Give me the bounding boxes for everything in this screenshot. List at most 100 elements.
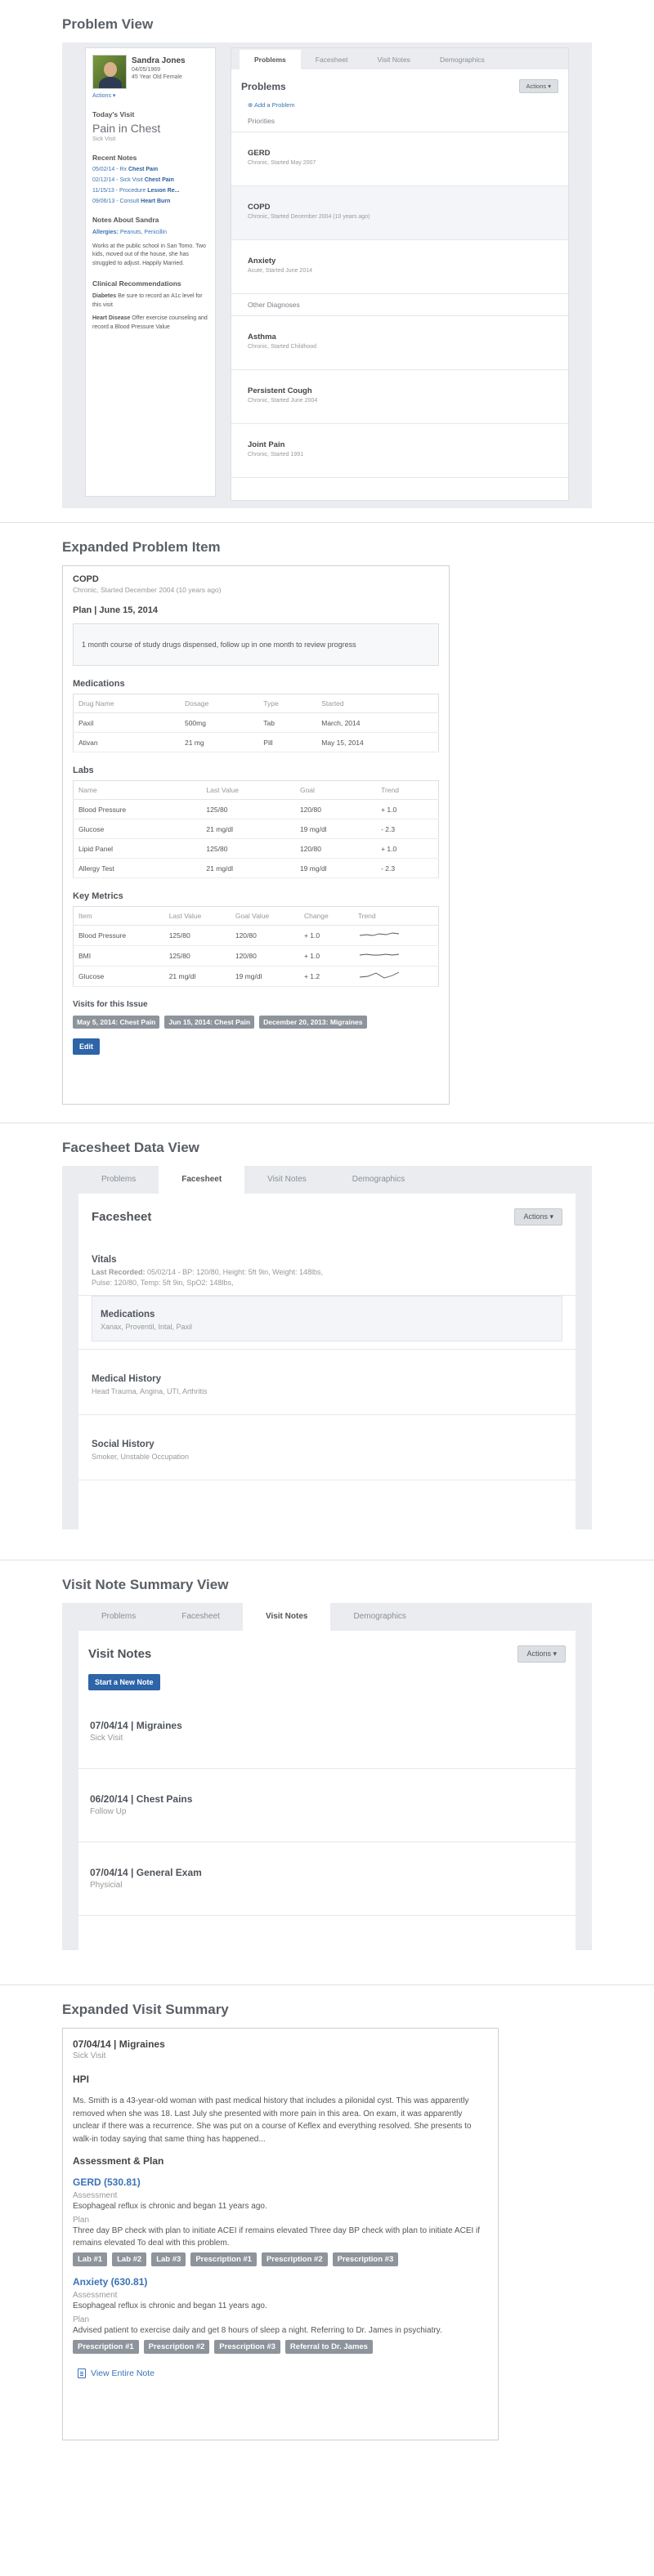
visit-tag[interactable]: Jun 15, 2014: Chest Pain	[164, 1016, 255, 1029]
actions-button[interactable]: Actions ▾	[517, 1645, 566, 1663]
vitals-line2: Pulse: 120/80, Temp: 5ft 9in, SpO2: 148l…	[92, 1278, 234, 1287]
clinical-item[interactable]: Diabetes Be sure to record an A1c level …	[92, 292, 208, 310]
clinical-label: Heart Disease	[92, 315, 131, 321]
problem-item[interactable]: COPD Chronic, Started December 2004 (10 y…	[231, 186, 568, 240]
vitals-row[interactable]: Vitals Last Recorded: 05/02/14 - BP: 120…	[78, 1230, 576, 1296]
trend-sparkline	[352, 945, 439, 967]
order-tag[interactable]: Prescription #2	[261, 2252, 328, 2266]
clinical-item[interactable]: Heart Disease Offer exercise counseling …	[92, 315, 208, 332]
problem-item[interactable]: Joint Pain Chronic, Started 1991	[231, 424, 568, 478]
actions-button[interactable]: Actions ▾	[514, 1208, 562, 1225]
tab-visit-notes[interactable]: Visit Notes	[244, 1166, 329, 1194]
view-entire-note-label: View Entire Note	[91, 2368, 155, 2378]
table-cell: 19 mg/dl	[294, 858, 377, 878]
view-entire-note-link[interactable]: View Entire Note	[78, 2368, 488, 2378]
visit-tag[interactable]: May 5, 2014: Chest Pain	[73, 1016, 160, 1029]
tab-visit-notes[interactable]: Visit Notes	[242, 1603, 331, 1631]
start-new-note-button[interactable]: Start a New Note	[88, 1674, 160, 1690]
visit-note-item[interactable]: 07/04/14 | General Exam Physicial	[78, 1842, 576, 1916]
order-tag[interactable]: Prescription #3	[332, 2252, 399, 2266]
diagnosis-name[interactable]: GERD (530.81)	[73, 2176, 488, 2188]
tab-facesheet[interactable]: Facesheet	[301, 50, 363, 69]
table-row: Lipid Panel 125/80 120/80 + 1.0	[73, 838, 439, 859]
notes-about-text: Works at the public school in San Tomo. …	[92, 243, 206, 266]
diagnosis-name[interactable]: Anxiety (630.81)	[73, 2276, 488, 2288]
table-cell: + 1.2	[298, 966, 353, 987]
table-cell: Allergy Test	[73, 858, 202, 878]
table-cell: 125/80	[201, 838, 295, 859]
recent-note-item[interactable]: 05/02/14 - Rx Chest Pain	[92, 167, 208, 172]
tab-problems[interactable]: Problems	[240, 50, 301, 69]
problem-item[interactable]: GERD Chronic, Started May 2007	[231, 132, 568, 186]
visit-note-item[interactable]: 06/20/14 | Chest Pains Follow Up	[78, 1769, 576, 1842]
add-problem-label: Add a Problem	[253, 101, 295, 109]
diagnosis-block: Anxiety (630.81) Assessment Esophageal ref…	[73, 2276, 488, 2354]
problem-item[interactable]: Anxiety Acute, Started June 2014	[231, 240, 568, 294]
table-row: Allergy Test 21 mg/dl 19 mg/dl - 2.3	[73, 858, 439, 878]
problem-name: COPD	[248, 203, 271, 212]
table-cell: 21 mg/dl	[201, 858, 295, 878]
problem-name: GERD	[248, 149, 271, 158]
expanded-visit-section: Expanded Visit Summary 07/04/14 | Migrai…	[0, 1985, 654, 2445]
tab-problems[interactable]: Problems	[78, 1603, 159, 1631]
facesheet-rows: Medications Xanax, Proventil, Intal, Paxi…	[78, 1296, 576, 1480]
facesheet-row[interactable]: Medical History Head Trauma, Angina, UTI,…	[78, 1350, 576, 1415]
tab-facesheet[interactable]: Facesheet	[159, 1603, 243, 1631]
table-header-row: Name Last Value Goal Trend	[73, 780, 439, 800]
order-tag[interactable]: Lab #1	[73, 2252, 108, 2266]
patient-name: Sandra Jones	[132, 56, 186, 65]
edit-button[interactable]: Edit	[73, 1038, 100, 1055]
trend-sparkline	[352, 925, 439, 946]
problem-detail: Chronic, Started June 2004	[248, 398, 318, 404]
recent-note-label: Heart Burn	[141, 199, 171, 204]
patient-header: Sandra Jones 04/05/1969 45 Year Old Fema…	[92, 55, 208, 89]
table-cell: Paxil	[73, 712, 180, 733]
recent-note-date: 05/02/14 - Rx	[92, 167, 128, 172]
visit-note-item[interactable]: 07/04/14 | Migraines Sick Visit	[78, 1695, 576, 1769]
patient-dob: 04/05/1969	[132, 67, 161, 73]
table-header-cell: Name	[73, 780, 202, 800]
problem-item[interactable]: Asthma Chronic, Started Childhood	[231, 316, 568, 370]
tab-problems[interactable]: Problems	[78, 1166, 159, 1194]
tab-demographics[interactable]: Demographics	[425, 50, 499, 69]
visit-tags: May 5, 2014: Chest Pain Jun 15, 2014: Che…	[73, 1016, 439, 1029]
facesheet-row[interactable]: Medications Xanax, Proventil, Intal, Paxi…	[92, 1296, 562, 1342]
tab-bar: Problems Facesheet Visit Notes Demographics	[78, 1166, 576, 1194]
problem-detail: Acute, Started June 2014	[248, 268, 312, 274]
visit-tag[interactable]: December 20, 2013: Migraines	[259, 1016, 367, 1029]
problem-view-section: Problem View Sandra Jones 04/05/1969 45 …	[0, 0, 654, 523]
facesheet-row[interactable]: Social History Smoker, Unstable Occupatio…	[78, 1415, 576, 1480]
order-tag[interactable]: Referral to Dr. James	[284, 2340, 373, 2354]
order-tag[interactable]: Prescription #3	[214, 2340, 280, 2354]
section-title: Facesheet Data View	[62, 1140, 199, 1155]
vitals-detail: Last Recorded: 05/02/14 - BP: 120/80, He…	[92, 1267, 562, 1288]
facesheet-row-name: Social History	[92, 1440, 155, 1449]
tab-visit-notes[interactable]: Visit Notes	[362, 50, 424, 69]
order-tag[interactable]: Prescription #1	[73, 2340, 139, 2354]
tab-facesheet[interactable]: Facesheet	[159, 1166, 245, 1194]
sparkline-icon	[359, 953, 399, 956]
recent-note-item[interactable]: 02/12/14 - Sick Visit Chest Pain	[92, 177, 208, 183]
order-tag[interactable]: Prescription #1	[190, 2252, 257, 2266]
add-problem-link[interactable]: ⊕ Add a Problem	[231, 96, 568, 110]
recent-note-item[interactable]: 11/15/13 - Procedure Lesion Re...	[92, 188, 208, 194]
facesheet-canvas: Problems Facesheet Visit Notes Demographics…	[62, 1166, 592, 1529]
recent-note-label: Chest Pain	[128, 167, 159, 172]
problem-item[interactable]: Persistent Cough Chronic, Started June 20…	[231, 370, 568, 424]
order-tags: Prescription #1 Prescription #2 Prescripti…	[73, 2340, 488, 2354]
order-tag[interactable]: Lab #3	[151, 2252, 186, 2266]
plan-label: Plan	[73, 2216, 90, 2225]
patient-actions-link[interactable]: Actions ▾	[92, 92, 208, 99]
table-cell: Pill	[258, 732, 317, 752]
order-tag[interactable]: Lab #2	[112, 2252, 147, 2266]
tab-demographics[interactable]: Demographics	[329, 1166, 428, 1194]
problems-panel: Problems Facesheet Visit Notes Demographics…	[231, 47, 569, 501]
order-tag[interactable]: Prescription #2	[143, 2340, 210, 2354]
tab-demographics[interactable]: Demographics	[330, 1603, 428, 1631]
table-cell: 120/80	[230, 945, 299, 967]
table-cell: 19 mg/dl	[294, 819, 377, 839]
actions-button[interactable]: Actions ▾	[518, 79, 558, 93]
table-cell: Glucose	[73, 819, 202, 839]
table-header-cell: Change	[298, 906, 353, 926]
recent-note-item[interactable]: 09/06/13 - Consult Heart Burn	[92, 199, 208, 204]
